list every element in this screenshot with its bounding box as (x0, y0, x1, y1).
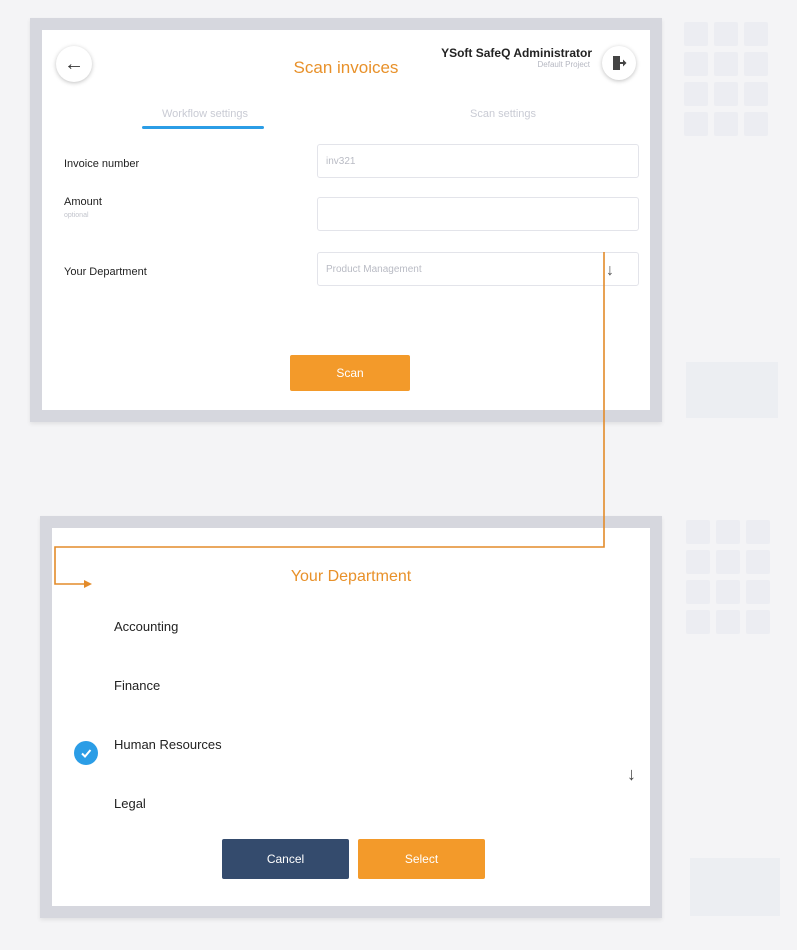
arrow-down-icon[interactable]: ↓ (627, 764, 636, 785)
user-name: YSoft SafeQ Administrator (441, 46, 592, 60)
background-block-top (686, 362, 778, 418)
option-accounting[interactable]: Accounting (114, 619, 178, 634)
user-profile: Default Project (537, 60, 590, 69)
department-picker-screen: Your Department Accounting Finance Human… (52, 528, 650, 906)
tab-workflow-settings[interactable]: Workflow settings (162, 108, 248, 120)
logout-button[interactable] (602, 46, 636, 80)
arrow-down-icon[interactable]: ↓ (606, 262, 614, 280)
invoice-number-label: Invoice number (64, 158, 140, 170)
logout-icon (613, 56, 627, 70)
active-tab-indicator (142, 126, 264, 129)
invoice-number-field[interactable]: inv321 (317, 144, 639, 178)
check-icon (74, 741, 98, 765)
background-tile-grid-top (684, 22, 768, 136)
background-block-bottom (690, 858, 780, 916)
amount-field[interactable] (317, 197, 639, 231)
device-frame-department: Your Department Accounting Finance Human… (40, 516, 662, 918)
option-human-resources[interactable]: Human Resources (114, 737, 222, 752)
amount-label: Amount (64, 196, 102, 208)
background-tile-grid-bottom (686, 520, 770, 634)
option-finance[interactable]: Finance (114, 678, 160, 693)
amount-optional-hint: optional (64, 212, 89, 219)
device-frame-scan-invoices: ← Scan invoices YSoft SafeQ Administrato… (30, 18, 662, 422)
department-dropdown[interactable]: Product Management (317, 252, 639, 286)
department-picker-title: Your Department (290, 568, 412, 585)
select-button[interactable]: Select (358, 839, 485, 879)
tab-scan-settings[interactable]: Scan settings (470, 108, 536, 120)
scan-button[interactable]: Scan (290, 355, 410, 391)
cancel-button[interactable]: Cancel (222, 839, 349, 879)
option-legal[interactable]: Legal (114, 796, 146, 811)
department-label: Your Department (64, 266, 147, 278)
scan-invoices-screen: ← Scan invoices YSoft SafeQ Administrato… (42, 30, 650, 410)
